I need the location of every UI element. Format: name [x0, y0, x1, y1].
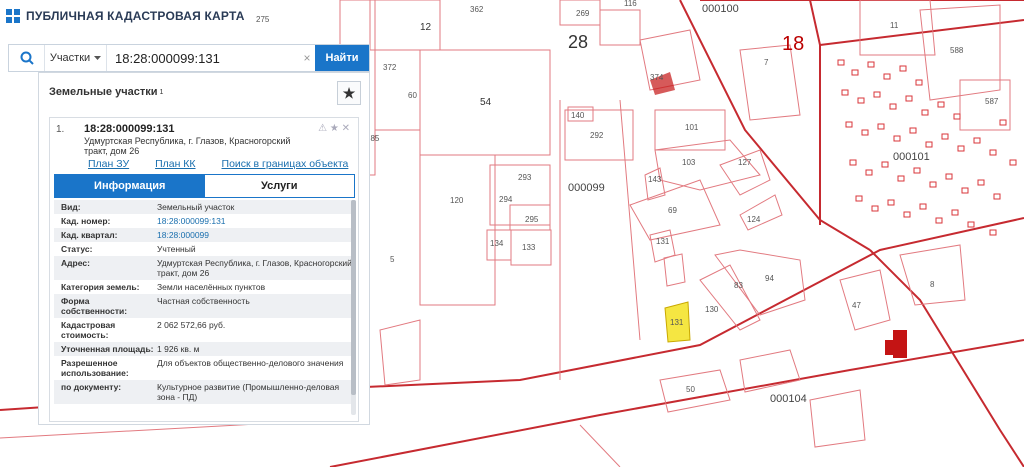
clear-icon[interactable]: ×: [299, 45, 315, 71]
svg-text:8: 8: [930, 280, 935, 289]
svg-text:103: 103: [682, 158, 696, 167]
svg-text:116: 116: [624, 0, 637, 8]
card-address: Удмуртская Республика, г. Глазов, Красно…: [84, 136, 291, 156]
svg-text:94: 94: [765, 274, 774, 283]
find-button[interactable]: Найти: [315, 45, 369, 71]
svg-text:293: 293: [518, 173, 532, 182]
building-8: [893, 330, 907, 358]
svg-text:000104: 000104: [770, 393, 807, 405]
svg-text:000099: 000099: [568, 182, 605, 194]
svg-text:140: 140: [571, 111, 585, 120]
svg-text:60: 60: [408, 91, 417, 100]
card-cad-number[interactable]: 18:28:000099:131: [84, 123, 175, 135]
info-row: Уточненная площадь: 1 926 кв. м: [54, 342, 355, 356]
svg-text:588: 588: [950, 46, 964, 55]
info-row: Категория земель: Земли населённых пункт…: [61, 282, 266, 292]
svg-text:275: 275: [256, 15, 270, 24]
info-row: Кад. квартал: 18:28:000099: [54, 228, 355, 242]
info-row: Адрес: Удмуртская Республика, г. Глазов,…: [54, 256, 355, 280]
search-icon[interactable]: [9, 45, 45, 71]
svg-text:134: 134: [490, 239, 504, 248]
svg-text:83: 83: [734, 281, 743, 290]
district-label-28: 28: [568, 32, 588, 52]
district-label-18: 18: [782, 33, 804, 55]
svg-text:12: 12: [420, 22, 432, 33]
chevron-down-icon: [94, 52, 102, 64]
svg-text:133: 133: [522, 243, 536, 252]
card-index: 1.: [56, 124, 65, 135]
svg-text:372: 372: [383, 63, 397, 72]
info-row: Вид: Земельный участок: [54, 200, 355, 214]
svg-text:000100: 000100: [702, 3, 739, 15]
svg-text:362: 362: [470, 5, 484, 14]
favorite-star-icon[interactable]: ★: [337, 81, 361, 105]
result-count: 1: [159, 88, 164, 96]
tab-services[interactable]: Услуги: [204, 175, 354, 197]
svg-text:000101: 000101: [893, 151, 930, 163]
svg-text:11: 11: [890, 21, 899, 30]
search-type-label: Участки: [49, 52, 91, 64]
card-tools-icons[interactable]: ⚠ ★ ✕: [318, 123, 350, 134]
svg-text:127: 127: [738, 158, 752, 167]
info-row: Форма собственности: Частная собственнос…: [54, 294, 355, 318]
info-row: Кад. номер: 18:28:000099:131: [61, 216, 226, 226]
svg-text:374: 374: [650, 73, 664, 82]
info-row: по документу: Культурное развитие (Промы…: [54, 380, 355, 404]
panel-title: Земельные участки: [49, 86, 158, 98]
svg-text:7: 7: [764, 58, 769, 67]
search-input[interactable]: [107, 45, 299, 71]
svg-text:292: 292: [590, 131, 604, 140]
search-type-select[interactable]: Участки: [45, 45, 107, 71]
svg-text:143: 143: [648, 175, 662, 184]
parcel-card: 1. 18:28:000099:131 Удмуртская Республик…: [49, 117, 359, 422]
info-row: Кадастровая стоимость: 2 062 572,66 руб.: [61, 320, 226, 340]
info-table: Вид: Земельный участок Кад. номер: 18:28…: [54, 200, 355, 404]
svg-text:295: 295: [525, 215, 539, 224]
app-header: ПУБЛИЧНАЯ КАДАСТРОВАЯ КАРТА: [6, 9, 245, 23]
results-panel: Земельные участки 1 ★ 1. 18:28:000099:13…: [38, 72, 370, 425]
svg-text:120: 120: [450, 196, 464, 205]
svg-text:47: 47: [852, 301, 861, 310]
svg-text:101: 101: [685, 123, 699, 132]
svg-text:50: 50: [686, 385, 695, 394]
svg-text:130: 130: [705, 305, 719, 314]
info-row: Разрешенное использование: Для объектов …: [61, 358, 344, 378]
svg-text:131: 131: [670, 318, 684, 327]
panel-scrollbar[interactable]: [351, 200, 356, 415]
svg-text:587: 587: [985, 97, 999, 106]
tab-info[interactable]: Информация: [55, 175, 205, 197]
info-row: Статус: Учтенный: [61, 244, 196, 254]
scrollbar-thumb[interactable]: [351, 200, 356, 395]
svg-text:5: 5: [390, 255, 395, 264]
svg-text:131: 131: [656, 237, 670, 246]
search-bar: Участки × Найти: [8, 44, 370, 72]
card-tabs: Информация Услуги: [54, 174, 355, 198]
app-title: ПУБЛИЧНАЯ КАДАСТРОВАЯ КАРТА: [26, 9, 245, 23]
svg-text:269: 269: [576, 9, 590, 18]
panel-header: Земельные участки 1 ★: [39, 73, 369, 111]
svg-text:124: 124: [747, 215, 761, 224]
svg-text:294: 294: [499, 195, 513, 204]
grid-logo-icon: [6, 9, 20, 23]
svg-text:54: 54: [480, 97, 492, 108]
svg-text:69: 69: [668, 206, 677, 215]
